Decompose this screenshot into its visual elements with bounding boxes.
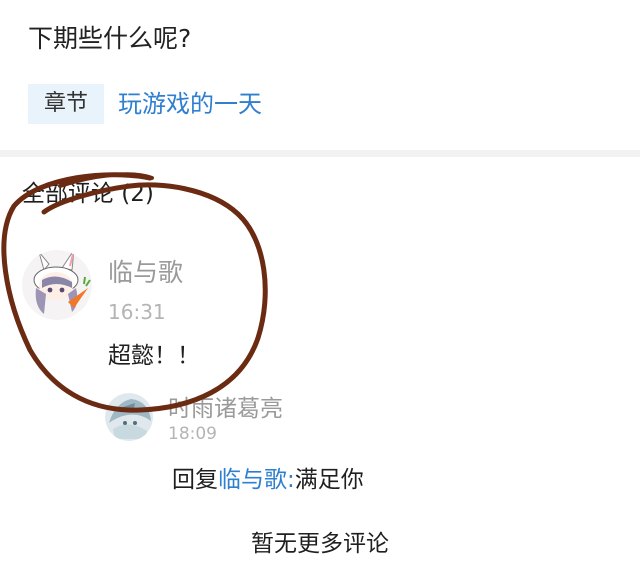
- reply-author[interactable]: 时雨诸葛亮: [168, 394, 283, 424]
- reply-target-link[interactable]: 临与歌: [218, 467, 287, 493]
- comment-time: 16:31: [108, 300, 166, 324]
- chapter-row: 章节 玩游戏的一天: [28, 84, 262, 124]
- reply-time: 18:09: [168, 424, 217, 444]
- comments-header: 全部评论 (2): [22, 181, 154, 207]
- chapter-tag: 章节: [28, 84, 105, 124]
- section-divider: [0, 150, 640, 157]
- comment-author[interactable]: 临与歌: [108, 256, 183, 290]
- no-more-comments: 暂无更多评论: [251, 531, 389, 557]
- chapter-link[interactable]: 玩游戏的一天: [118, 84, 262, 124]
- comment-text: 超懿！！: [108, 343, 200, 369]
- reply-content: 回复临与歌:满足你: [172, 464, 364, 496]
- post-question: 下期些什么呢?: [28, 24, 192, 53]
- reply-separator: :: [287, 467, 295, 493]
- character-avatar-icon[interactable]: [105, 393, 153, 441]
- bunny-girl-avatar-icon[interactable]: [22, 250, 92, 320]
- reply-text: 满足你: [294, 467, 364, 493]
- reply-prefix: 回复: [172, 467, 218, 493]
